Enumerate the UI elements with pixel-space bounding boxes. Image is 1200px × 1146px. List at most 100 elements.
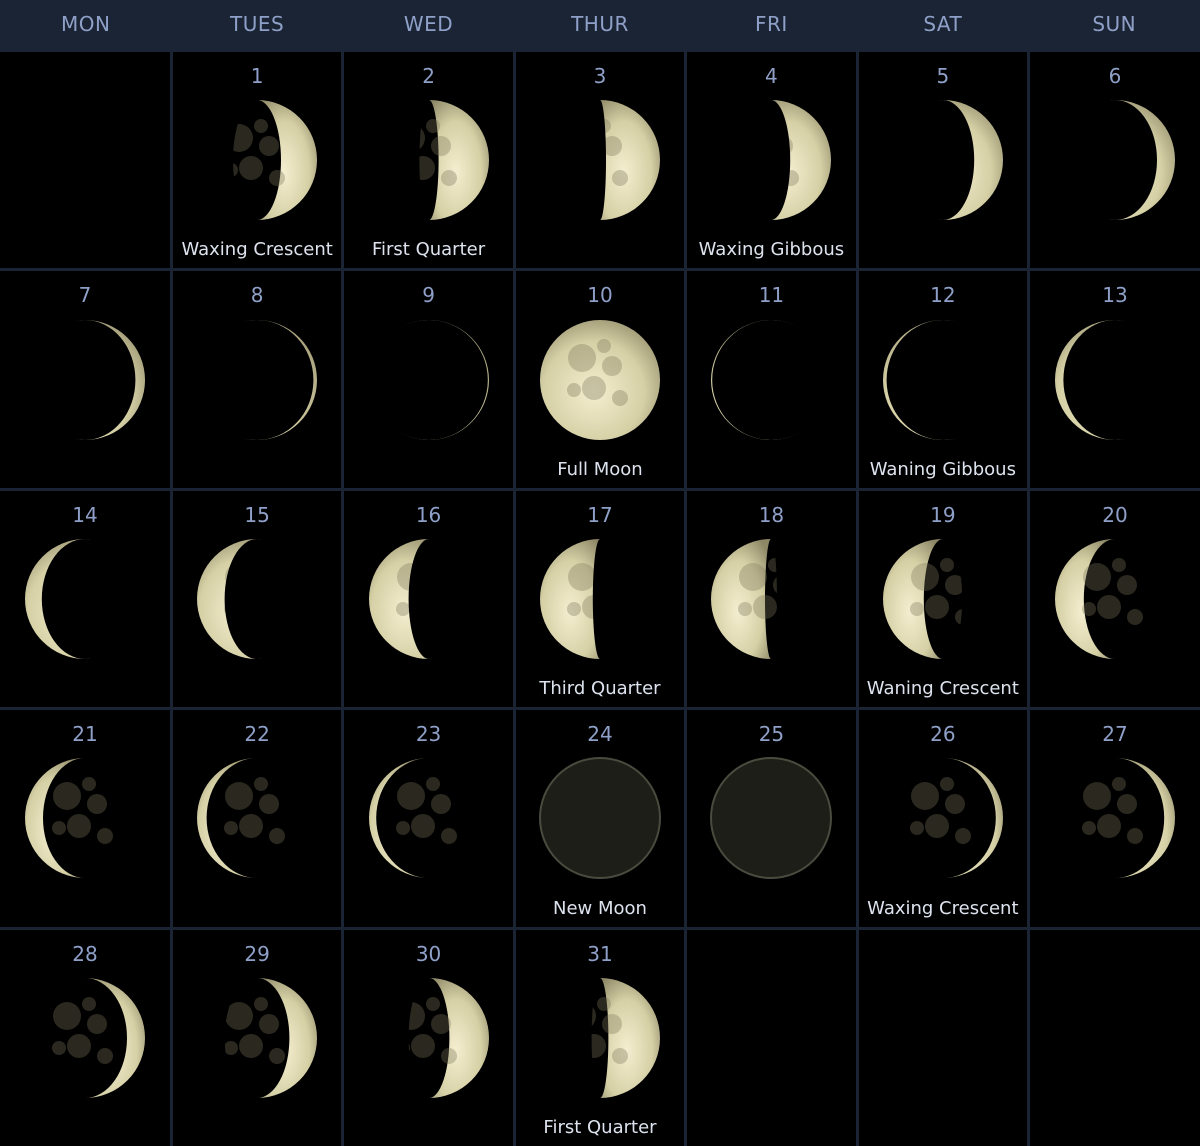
day-cell: 16 <box>344 490 513 708</box>
moon-crater <box>440 170 457 187</box>
moon-crater <box>239 814 264 839</box>
moon-shadow <box>368 319 488 440</box>
moon-crater <box>1097 814 1122 839</box>
moon-crater <box>567 562 596 591</box>
moon-icon <box>24 319 145 440</box>
moon-icon <box>368 977 489 1098</box>
moon-crater <box>944 794 965 815</box>
moon-crater <box>1117 574 1138 595</box>
moon-crater <box>224 821 239 836</box>
day-cell: 2 First Quarter <box>344 52 513 269</box>
moon-crater <box>81 996 96 1011</box>
moon-crater <box>224 1040 239 1055</box>
moon-crater <box>924 814 949 839</box>
moon-shadow <box>1115 538 1176 659</box>
moon-crater <box>395 601 410 616</box>
day-cell: 4 Waxing Gibbous <box>687 52 856 269</box>
day-cell: 20 <box>1030 490 1200 708</box>
moon-icon <box>711 538 832 659</box>
moon-crater <box>1082 601 1097 616</box>
moon-crater <box>269 828 286 845</box>
moon-icon <box>24 977 145 1098</box>
moon-crater <box>739 562 768 591</box>
moon-icon <box>539 977 660 1098</box>
day-cell: 22 <box>172 710 342 927</box>
moon-shadow <box>886 319 1003 440</box>
day-number: 30 <box>415 941 442 966</box>
moon-crater <box>254 119 269 134</box>
moon-crater <box>611 1047 628 1064</box>
moon-crater <box>910 782 939 811</box>
empty-cell <box>858 929 1028 1146</box>
day-cell: 8 <box>172 271 342 488</box>
moon-crater <box>924 594 949 619</box>
calendar-grid: 1 Waxing Crescent 2 First Quarter 3 4 Waxing G… <box>0 49 1200 1146</box>
day-cell: 29 <box>172 929 342 1146</box>
day-cell: 7 <box>0 271 170 488</box>
moon-crater <box>1127 828 1144 845</box>
moon-crater <box>440 1047 457 1064</box>
weekday-thur: THUR <box>571 12 629 36</box>
moon-crater <box>86 794 107 815</box>
day-number: 27 <box>1102 722 1128 747</box>
phase-label: Waxing Crescent <box>181 239 333 261</box>
phase-label: Waning Gibbous <box>869 458 1016 480</box>
weekday-header: MON TUES WED THUR FRI SAT SUN <box>0 0 1200 49</box>
moon-crater <box>425 777 440 792</box>
moon-shadow <box>942 538 1003 659</box>
moon-shadow <box>771 538 832 659</box>
moon-lit-portion <box>257 100 318 221</box>
day-cell: 5 <box>858 52 1028 269</box>
moon-crater <box>86 1013 107 1034</box>
moon-shadow <box>257 758 318 879</box>
day-cell: 15 <box>172 490 342 708</box>
day-cell: 27 <box>1030 710 1200 927</box>
moon-icon <box>539 319 660 440</box>
day-number: 9 <box>422 283 435 308</box>
day-number: 12 <box>930 283 956 308</box>
moon-crater <box>1082 821 1097 836</box>
moon-icon <box>197 319 318 440</box>
day-number: 23 <box>415 722 442 747</box>
moon-crater <box>425 996 440 1011</box>
moon-shadow <box>197 319 314 440</box>
moon-icon <box>197 100 318 221</box>
day-cell: 10 Full Moon <box>515 271 685 488</box>
day-cell: 19 Waning Crescent <box>858 490 1028 708</box>
moon-crater <box>909 601 924 616</box>
moon-crater <box>396 782 425 811</box>
moon-crater <box>566 601 581 616</box>
moon-icon <box>538 757 661 880</box>
day-cell: 18 <box>687 490 856 708</box>
moon-crater <box>601 355 622 376</box>
moon-lit-portion <box>84 977 145 1098</box>
day-number: 19 <box>930 502 956 527</box>
moon-icon <box>368 538 489 659</box>
day-number: 29 <box>244 941 270 966</box>
moon-shadow <box>711 100 791 221</box>
moon-crater <box>395 821 410 836</box>
moon-icon <box>539 100 660 221</box>
day-number: 15 <box>244 502 270 527</box>
phase-label: Waning Crescent <box>866 678 1019 700</box>
moon-shadow <box>224 538 318 659</box>
moon-crater <box>51 1040 66 1055</box>
day-number: 6 <box>1108 64 1122 88</box>
moon-shadow <box>539 977 600 1098</box>
day-cell: 30 <box>344 929 513 1146</box>
moon-icon <box>24 538 145 659</box>
moon-crater <box>954 828 971 845</box>
moon-icon <box>368 100 489 221</box>
day-number: 25 <box>758 722 785 747</box>
day-number: 28 <box>72 941 98 966</box>
moon-crater <box>410 814 435 839</box>
day-number: 7 <box>78 283 92 308</box>
day-cell: 24 New Moon <box>515 710 685 927</box>
new-moon-disc <box>538 757 661 880</box>
weekday-fri: FRI <box>754 12 788 36</box>
moon-icon <box>1055 100 1176 221</box>
moon-crater <box>909 821 924 836</box>
day-number: 17 <box>587 502 613 527</box>
moon-crater <box>939 777 954 792</box>
phase-label: Waxing Crescent <box>867 897 1019 919</box>
